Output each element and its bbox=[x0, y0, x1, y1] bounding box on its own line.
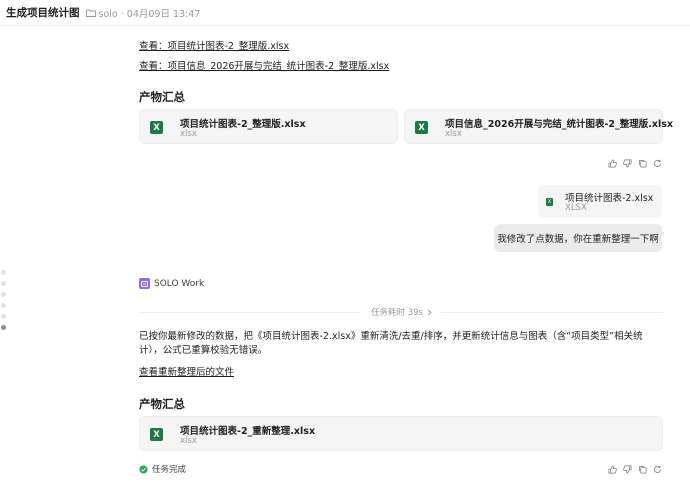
check-circle-icon bbox=[139, 464, 148, 474]
excel-file-icon: X bbox=[150, 121, 163, 134]
output-summary-title: 产物汇总 bbox=[139, 397, 185, 411]
output-file-card[interactable]: X 项目统计图表-2_重新整理.xlsx xlsx bbox=[139, 416, 663, 451]
refresh-icon[interactable] bbox=[653, 465, 662, 474]
agent-summary: 已按你最新修改的数据，把《项目统计图表-2.xlsx》重新清洗/去重/排序，并更… bbox=[139, 331, 643, 356]
view-file-link-1[interactable]: 查看：项目统计图表-2_整理版.xlsx bbox=[139, 38, 289, 52]
file-type: xlsx bbox=[180, 436, 197, 446]
output-file-card[interactable]: X 项目信息_2026开展与完结_统计图表-2_整理版.xlsx xlsx bbox=[404, 109, 673, 144]
conversation-navigator bbox=[1, 270, 6, 330]
attachment-type: XLSX bbox=[565, 203, 587, 213]
user-message-bubble: 我修改了点数据，你在重新整理一下啊 bbox=[494, 224, 662, 252]
agent-header: SOLO Work bbox=[139, 278, 204, 289]
folder-icon bbox=[85, 9, 96, 17]
agent-name: SOLO Work bbox=[154, 278, 205, 289]
output-summary-title: 产物汇总 bbox=[139, 90, 185, 104]
message-actions bbox=[608, 465, 662, 474]
refresh-icon[interactable] bbox=[653, 159, 662, 168]
nav-dot[interactable] bbox=[1, 303, 6, 308]
excel-file-icon: X bbox=[150, 428, 163, 441]
task-duration-toggle[interactable]: 任务耗时 39s bbox=[371, 306, 432, 318]
agent-icon bbox=[139, 278, 150, 289]
copy-icon[interactable] bbox=[638, 465, 647, 474]
page-title: 生成项目统计图 bbox=[6, 7, 80, 19]
copy-icon[interactable] bbox=[638, 159, 647, 168]
divider bbox=[139, 312, 361, 313]
thumb-down-icon[interactable] bbox=[623, 159, 632, 168]
thumb-up-icon[interactable] bbox=[608, 159, 617, 168]
task-done-text: 任务完成 bbox=[152, 465, 187, 475]
file-type: xlsx bbox=[180, 129, 197, 139]
nav-dot[interactable] bbox=[1, 314, 6, 319]
file-name: 项目信息_2026开展与完结_统计图表-2_整理版.xlsx bbox=[445, 119, 674, 130]
divider bbox=[441, 312, 663, 313]
message-actions bbox=[608, 159, 662, 168]
nav-dot[interactable] bbox=[1, 281, 6, 286]
nav-dot[interactable] bbox=[1, 270, 6, 275]
excel-file-icon: X bbox=[546, 198, 553, 206]
task-duration: 任务耗时 39s bbox=[371, 308, 423, 318]
attachment-name: 项目统计图表-2.xlsx bbox=[565, 193, 654, 204]
nav-dot-active[interactable] bbox=[1, 325, 6, 330]
chevron-right-icon bbox=[427, 309, 432, 316]
file-name: 项目统计图表-2_整理版.xlsx bbox=[180, 119, 306, 130]
session-meta: solo · 04月09日 13:47 bbox=[98, 8, 201, 20]
output-file-card[interactable]: X 项目统计图表-2_整理版.xlsx xlsx bbox=[139, 109, 398, 144]
thumb-down-icon[interactable] bbox=[623, 465, 632, 474]
excel-file-icon: X bbox=[415, 121, 428, 134]
view-new-file-link[interactable]: 查看重新整理后的文件 bbox=[139, 364, 234, 378]
view-file-link-2[interactable]: 查看：项目信息_2026开展与完结_统计图表-2_整理版.xlsx bbox=[139, 58, 389, 72]
file-type: xlsx bbox=[445, 129, 462, 139]
nav-dot[interactable] bbox=[1, 292, 6, 297]
file-name: 项目统计图表-2_重新整理.xlsx bbox=[180, 426, 316, 437]
thumb-up-icon[interactable] bbox=[608, 465, 617, 474]
title-bar: 生成项目统计图 solo · 04月09日 13:47 bbox=[0, 0, 690, 26]
task-status: 任务完成 bbox=[139, 463, 186, 475]
user-attachment-card[interactable]: X 项目统计图表-2.xlsx XLSX bbox=[538, 185, 662, 218]
